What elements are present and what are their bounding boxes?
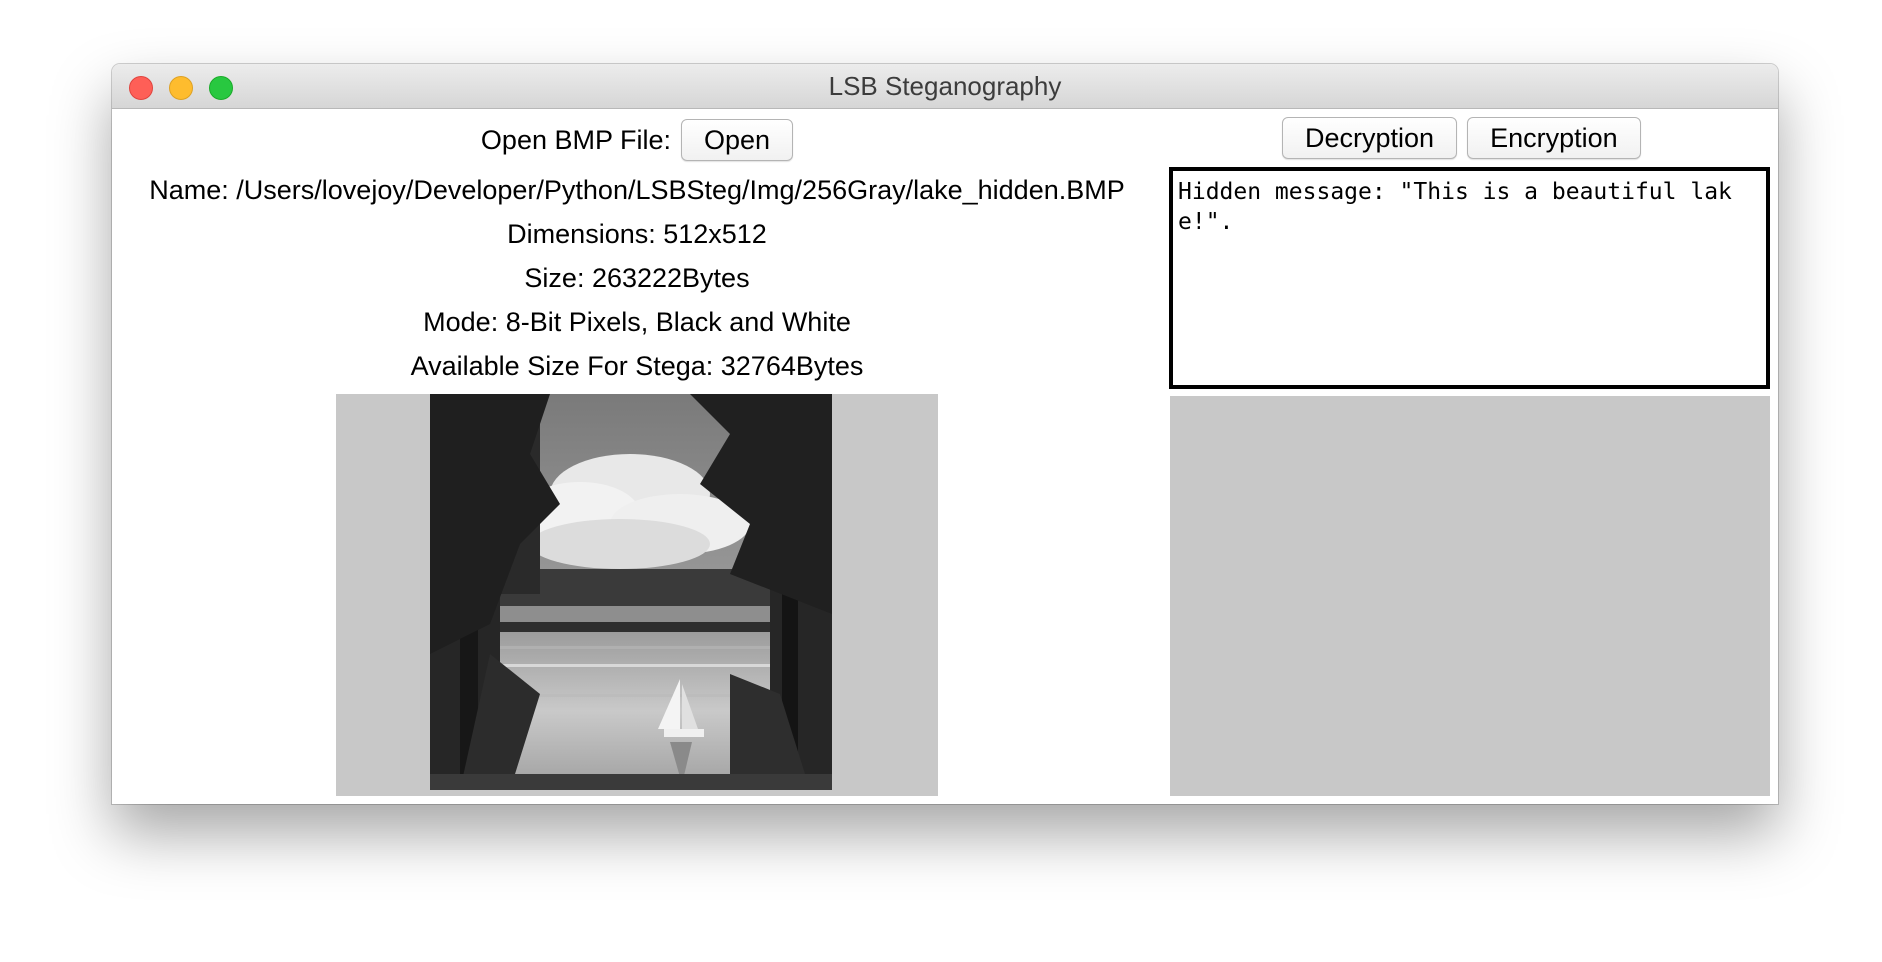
message-text-area[interactable]: Hidden message: "This is a beautiful lak…	[1169, 167, 1770, 389]
decryption-button[interactable]: Decryption	[1282, 117, 1458, 159]
encryption-button[interactable]: Encryption	[1467, 117, 1641, 159]
main-content: Open BMP File: Open Name: /Users/lovejoy…	[112, 109, 1778, 804]
open-button[interactable]: Open	[681, 119, 794, 161]
desktop: LSB Steganography Open BMP File: Open Na…	[0, 0, 1882, 962]
mode-label: Mode: 8-Bit Pixels, Black and White	[423, 307, 851, 337]
dimensions-label: Dimensions: 512x512	[507, 219, 767, 249]
window-title: LSB Steganography	[828, 70, 1062, 101]
minimize-icon[interactable]	[169, 76, 193, 100]
available-size-label: Available Size For Stega: 32764Bytes	[410, 351, 864, 381]
file-name-label: Name: /Users/lovejoy/Developer/Python/LS…	[149, 175, 1125, 205]
lake-photo-graphic	[430, 394, 832, 790]
maximize-icon[interactable]	[209, 76, 233, 100]
action-buttons: Decryption Encryption	[1282, 117, 1641, 159]
open-row: Open BMP File: Open	[112, 119, 1162, 161]
size-label: Size: 263222Bytes	[524, 263, 750, 293]
file-panel: Open BMP File: Open Name: /Users/lovejoy…	[112, 109, 1162, 804]
output-image-panel	[1170, 396, 1770, 796]
lake-photo	[430, 394, 832, 790]
app-window: LSB Steganography Open BMP File: Open Na…	[112, 64, 1778, 804]
window-controls	[129, 76, 233, 100]
close-icon[interactable]	[129, 76, 153, 100]
title-bar[interactable]: LSB Steganography	[112, 64, 1778, 109]
image-preview-panel	[336, 394, 938, 796]
open-file-label: Open BMP File:	[480, 124, 672, 155]
